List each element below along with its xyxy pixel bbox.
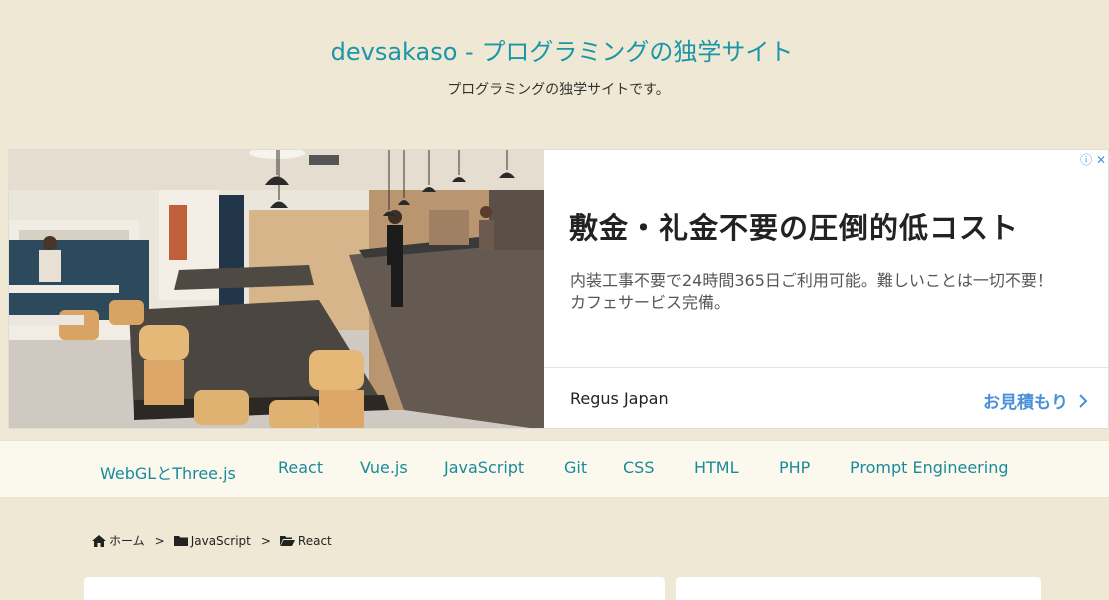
- ad-body-text[interactable]: 内装工事不要で24時間365日ご利用可能。難しいことは一切不要！カフェサービス完…: [570, 270, 1060, 314]
- ad-headline[interactable]: 敷金・礼金不要の圧倒的低コスト: [569, 205, 1019, 247]
- nav-item-javascript[interactable]: JavaScript: [444, 458, 524, 477]
- chevron-right-icon: [1079, 393, 1088, 408]
- breadcrumb-home[interactable]: ホーム: [92, 532, 145, 549]
- advertisement[interactable]: ⓘ ✕ 敷金・礼金不要の圧倒的低コスト 内装工事不要で24時間365日ご利用可能…: [8, 149, 1109, 429]
- nav-item-css[interactable]: CSS: [623, 458, 654, 477]
- ad-photo-office-cafe[interactable]: [9, 150, 544, 428]
- site-title[interactable]: devsakaso - プログラミングの独学サイト: [0, 32, 1109, 67]
- breadcrumb-separator: >: [260, 533, 271, 548]
- sidebar-panel: [676, 577, 1041, 600]
- category-nav: WebGLとThree.js React Vue.js JavaScript G…: [0, 440, 1109, 498]
- breadcrumb-react[interactable]: React: [279, 533, 332, 548]
- nav-item-prompt-engineering[interactable]: Prompt Engineering: [850, 458, 1008, 477]
- nav-item-react[interactable]: React: [278, 458, 323, 477]
- nav-item-webgl-threejs[interactable]: WebGLとThree.js: [100, 460, 236, 484]
- ad-footer: Regus Japan お見積もり: [544, 367, 1108, 428]
- ad-advertiser[interactable]: Regus Japan: [570, 389, 669, 408]
- breadcrumb-home-label: ホーム: [109, 534, 145, 548]
- breadcrumb-react-label: React: [297, 533, 332, 548]
- breadcrumb-separator: >: [154, 533, 165, 548]
- folder-icon: [173, 536, 188, 546]
- site-header: devsakaso - プログラミングの独学サイト プログラミングの独学サイトで…: [0, 0, 1109, 149]
- ad-info-close-icon[interactable]: ⓘ ✕: [1080, 151, 1106, 168]
- office-cafe-illustration: [9, 150, 544, 428]
- breadcrumb-javascript[interactable]: JavaScript: [173, 533, 251, 548]
- folder-open-icon: [279, 536, 295, 546]
- ad-cta-button[interactable]: お見積もり: [983, 388, 1088, 413]
- nav-item-vuejs[interactable]: Vue.js: [360, 458, 408, 477]
- main-content-panel: [84, 577, 665, 600]
- nav-item-git[interactable]: Git: [564, 458, 587, 477]
- breadcrumb-javascript-label: JavaScript: [190, 533, 251, 548]
- nav-item-php[interactable]: PHP: [779, 458, 810, 477]
- home-icon: [92, 534, 106, 547]
- ad-cta-label: お見積もり: [983, 393, 1068, 413]
- site-tagline: プログラミングの独学サイトです。: [447, 82, 670, 98]
- nav-item-html[interactable]: HTML: [694, 458, 739, 477]
- breadcrumb: ホーム > JavaScript > React: [92, 532, 332, 549]
